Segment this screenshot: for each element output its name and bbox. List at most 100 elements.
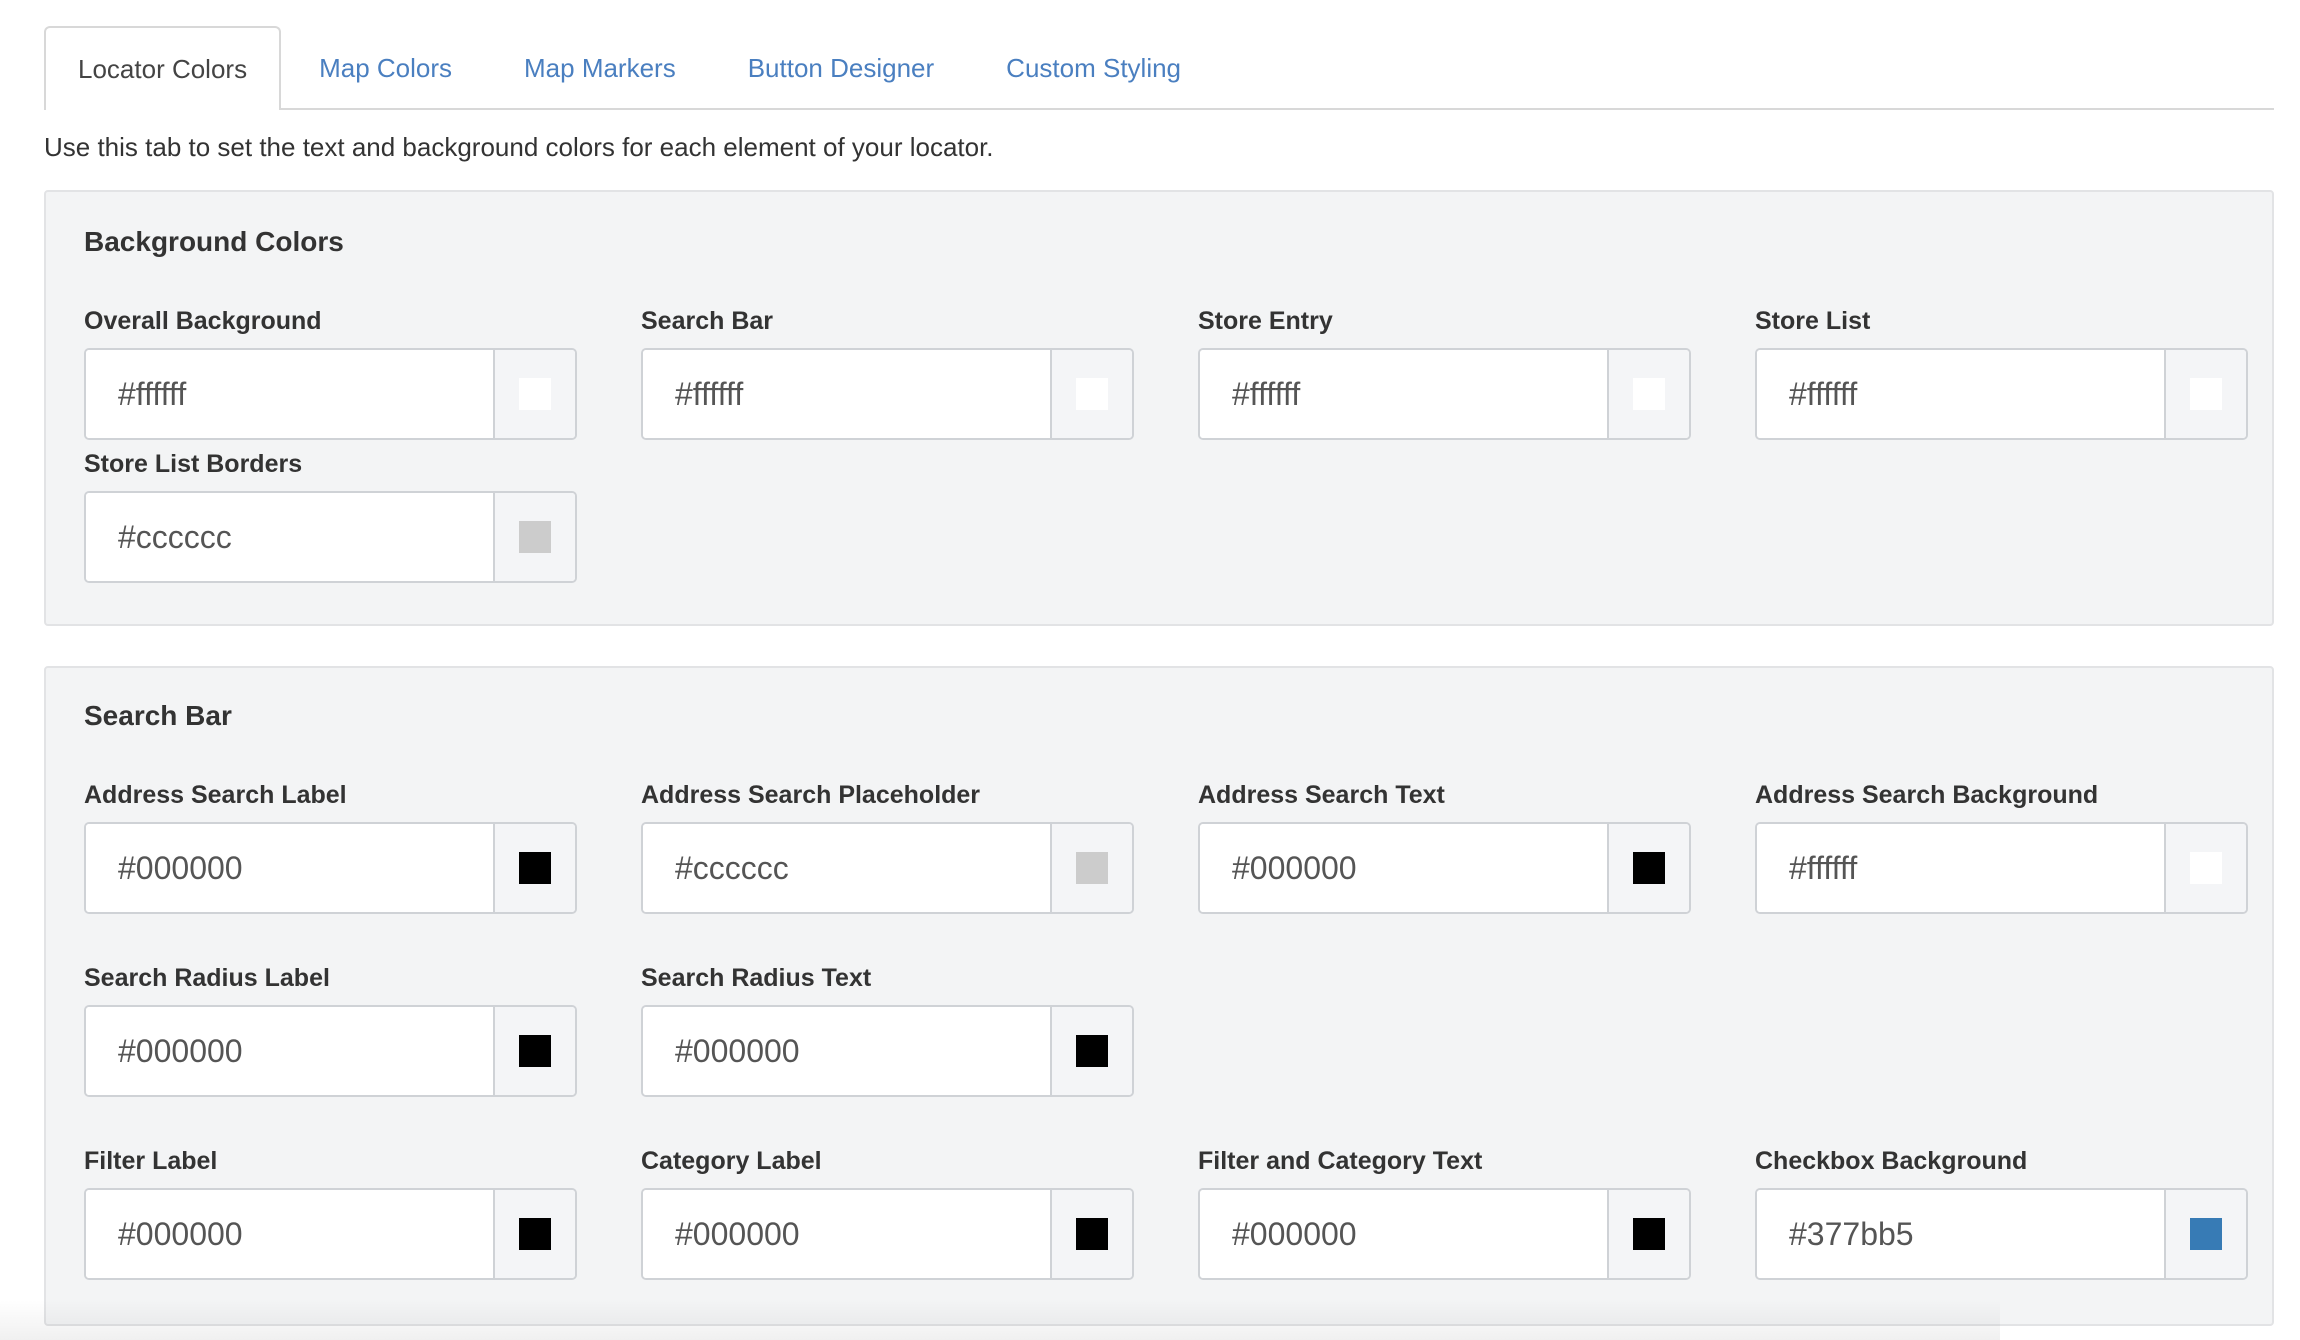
color-hex-input[interactable] (86, 493, 493, 581)
color-input-group (641, 1188, 1134, 1280)
field-label: Store Entry (1198, 307, 1333, 335)
field-label: Store List Borders (84, 450, 303, 478)
field-label: Filter and Category Text (1198, 1147, 1483, 1175)
color-hex-input[interactable] (1757, 824, 2164, 912)
color-input-group (1198, 822, 1691, 914)
field-label: Filter Label (84, 1147, 218, 1175)
search-bar-panel: Search Bar Address Search Label Address … (44, 666, 2274, 1326)
field-label: Search Radius Label (84, 964, 330, 992)
field-label: Checkbox Background (1755, 1147, 2028, 1175)
background-colors-panel: Background Colors Overall Background Sea… (44, 190, 2274, 626)
field-store-list-borders: Store List Borders (84, 449, 577, 583)
color-hex-input[interactable] (643, 350, 1050, 438)
field-address-search-placeholder: Address Search Placeholder (641, 780, 1134, 914)
color-input-group (84, 1005, 577, 1097)
field-search-radius-text: Search Radius Text (641, 963, 1134, 1097)
color-picker-button[interactable] (1050, 1190, 1132, 1278)
color-picker-button[interactable] (1607, 1190, 1689, 1278)
locator-colors-page: Locator Colors Map Colors Map Markers Bu… (0, 0, 2300, 1340)
color-swatch (519, 1035, 551, 1067)
color-input-group (641, 348, 1134, 440)
color-picker-button[interactable] (2164, 824, 2246, 912)
color-hex-input[interactable] (1200, 824, 1607, 912)
color-hex-input[interactable] (1757, 1190, 2164, 1278)
color-picker-button[interactable] (1050, 824, 1132, 912)
field-label: Category Label (641, 1147, 822, 1175)
color-input-group (1755, 822, 2248, 914)
color-picker-button[interactable] (1050, 1007, 1132, 1095)
tab-bar: Locator Colors Map Colors Map Markers Bu… (44, 26, 2274, 110)
color-hex-input[interactable] (1200, 350, 1607, 438)
color-picker-button[interactable] (493, 824, 575, 912)
color-hex-input[interactable] (86, 1007, 493, 1095)
color-input-group (1755, 1188, 2248, 1280)
color-hex-input[interactable] (643, 824, 1050, 912)
color-input-group (1198, 348, 1691, 440)
color-input-group (641, 1005, 1134, 1097)
color-input-group (1755, 348, 2248, 440)
color-swatch (519, 1218, 551, 1250)
color-swatch (1633, 1218, 1665, 1250)
tab-custom-styling[interactable]: Custom Styling (972, 26, 1215, 108)
field-category-label: Category Label (641, 1146, 1134, 1280)
field-filter-and-category-text: Filter and Category Text (1198, 1146, 1691, 1280)
color-picker-button[interactable] (1607, 824, 1689, 912)
tab-button-designer[interactable]: Button Designer (714, 26, 968, 108)
field-label: Store List (1755, 307, 1871, 335)
color-picker-button[interactable] (2164, 350, 2246, 438)
color-swatch (519, 378, 551, 410)
color-hex-input[interactable] (86, 350, 493, 438)
color-input-group (84, 491, 577, 583)
color-hex-input[interactable] (1757, 350, 2164, 438)
color-input-group (84, 1188, 577, 1280)
field-label: Address Search Label (84, 781, 347, 809)
field-label: Address Search Background (1755, 781, 2099, 809)
color-swatch (1633, 852, 1665, 884)
field-label: Search Bar (641, 307, 774, 335)
color-swatch (2190, 1218, 2222, 1250)
field-address-search-text: Address Search Text (1198, 780, 1691, 914)
field-search-bar: Search Bar (641, 306, 1134, 440)
field-label: Address Search Text (1198, 781, 1445, 809)
color-picker-button[interactable] (493, 493, 575, 581)
color-swatch (519, 521, 551, 553)
field-filter-label: Filter Label (84, 1146, 577, 1280)
color-picker-button[interactable] (493, 1190, 575, 1278)
color-hex-input[interactable] (1200, 1190, 1607, 1278)
field-checkbox-background: Checkbox Background (1755, 1146, 2248, 1280)
color-swatch (1076, 1035, 1108, 1067)
section-title-background: Background Colors (84, 226, 344, 257)
field-store-list: Store List (1755, 306, 2248, 440)
color-input-group (84, 348, 577, 440)
color-swatch (519, 852, 551, 884)
color-input-group (641, 822, 1134, 914)
color-swatch (1076, 378, 1108, 410)
field-label: Overall Background (84, 307, 322, 335)
tab-map-markers[interactable]: Map Markers (490, 26, 710, 108)
color-input-group (84, 822, 577, 914)
field-overall-background: Overall Background (84, 306, 577, 440)
color-swatch (1076, 1218, 1108, 1250)
field-address-search-label: Address Search Label (84, 780, 577, 914)
color-picker-button[interactable] (1607, 350, 1689, 438)
color-hex-input[interactable] (643, 1007, 1050, 1095)
color-swatch (1076, 852, 1108, 884)
field-address-search-background: Address Search Background (1755, 780, 2248, 914)
tab-locator-colors[interactable]: Locator Colors (44, 26, 282, 110)
color-picker-button[interactable] (493, 1007, 575, 1095)
color-picker-button[interactable] (493, 350, 575, 438)
color-picker-button[interactable] (2164, 1190, 2246, 1278)
color-picker-button[interactable] (1050, 350, 1132, 438)
field-store-entry: Store Entry (1198, 306, 1691, 440)
color-input-group (1198, 1188, 1691, 1280)
color-swatch (2190, 378, 2222, 410)
section-title-search-bar: Search Bar (84, 700, 232, 731)
color-hex-input[interactable] (86, 824, 493, 912)
color-swatch (1633, 378, 1665, 410)
intro-text: Use this tab to set the text and backgro… (44, 132, 994, 162)
color-hex-input[interactable] (86, 1190, 493, 1278)
color-hex-input[interactable] (643, 1190, 1050, 1278)
tab-map-colors[interactable]: Map Colors (285, 26, 486, 108)
field-label: Address Search Placeholder (641, 781, 981, 809)
field-search-radius-label: Search Radius Label (84, 963, 577, 1097)
